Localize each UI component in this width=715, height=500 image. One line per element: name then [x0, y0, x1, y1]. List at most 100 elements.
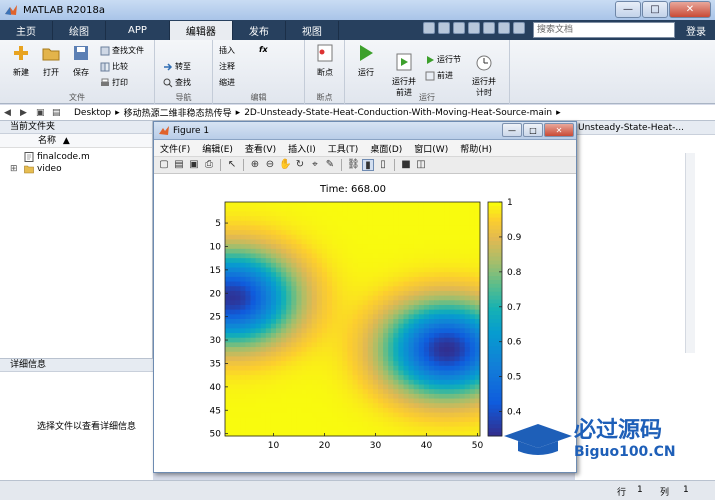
- new-figure-icon[interactable]: ▢: [158, 159, 170, 171]
- tab-publish[interactable]: 发布: [233, 21, 286, 40]
- heatmap-cell: [367, 248, 374, 254]
- menu-insert[interactable]: 插入(I): [282, 142, 322, 155]
- redo-icon[interactable]: [498, 22, 510, 34]
- expand-plus-icon[interactable]: ⊞: [10, 164, 20, 174]
- minimize-button[interactable]: —: [615, 1, 641, 18]
- editor-scrollbar[interactable]: [685, 153, 695, 353]
- insert-legend-icon[interactable]: ▯: [377, 159, 389, 171]
- figure-close-button[interactable]: ✕: [544, 123, 574, 137]
- find-files-button[interactable]: 查找文件: [100, 45, 144, 56]
- undo-icon[interactable]: [483, 22, 495, 34]
- run-and-time-button[interactable]: 运行并 计时: [469, 43, 499, 98]
- search-documentation-input[interactable]: 搜索文档: [533, 22, 675, 38]
- heatmap-cell: [357, 225, 364, 231]
- link-plot-icon[interactable]: ⛓: [347, 159, 360, 171]
- close-button[interactable]: ✕: [669, 1, 711, 18]
- data-cursor-icon[interactable]: ⌖: [309, 159, 321, 171]
- insert-button[interactable]: 插入: [219, 45, 235, 56]
- compare-button[interactable]: 比较: [100, 61, 128, 72]
- copy-icon[interactable]: [453, 22, 465, 34]
- heatmap-cell: [393, 248, 399, 254]
- heatmap-cell: [388, 384, 394, 390]
- file-row[interactable]: finalcode.m: [0, 151, 152, 163]
- fx-button[interactable]: fx: [259, 45, 268, 54]
- heatmap-cell: [321, 342, 328, 348]
- menu-window[interactable]: 窗口(W): [408, 142, 454, 155]
- breadcrumb-desktop[interactable]: Desktop: [74, 108, 111, 118]
- run-section-button[interactable]: 运行节: [425, 54, 461, 65]
- figure-minimize-button[interactable]: —: [502, 123, 522, 137]
- new-button[interactable]: 新建: [8, 43, 34, 78]
- open-file-icon[interactable]: ▤: [173, 159, 185, 171]
- heatmap-cell: [347, 230, 353, 236]
- advance-button[interactable]: 前进: [425, 70, 453, 81]
- save-icon[interactable]: [423, 22, 435, 34]
- heatmap-cell: [429, 239, 435, 245]
- run-button[interactable]: 运行: [353, 43, 379, 78]
- zoom-out-icon[interactable]: ⊖: [264, 159, 276, 171]
- menu-edit[interactable]: 编辑(E): [196, 142, 239, 155]
- browse-folder-icon[interactable]: ▤: [52, 108, 64, 118]
- heatmap-cell: [296, 356, 302, 362]
- indent-button[interactable]: 缩进: [219, 77, 235, 88]
- save-button[interactable]: 保存: [68, 43, 94, 78]
- colorbar-segment: [488, 334, 502, 339]
- heatmap-cell: [398, 309, 404, 315]
- find-button[interactable]: 查找: [163, 77, 191, 88]
- editor-tab[interactable]: Unsteady-State-Heat-...: [575, 121, 715, 135]
- save-figure-icon[interactable]: ▣: [188, 159, 200, 171]
- brush-icon[interactable]: ✎: [324, 159, 336, 171]
- heatmap-cell: [434, 220, 440, 226]
- comment-button[interactable]: 注释: [219, 61, 235, 72]
- heatmap-cell: [327, 234, 333, 240]
- menu-tools[interactable]: 工具(T): [322, 142, 365, 155]
- back-arrow-icon[interactable]: ◀: [4, 108, 16, 118]
- heatmap-cell: [469, 323, 476, 329]
- help-icon[interactable]: [513, 22, 525, 34]
- tab-view[interactable]: 视图: [286, 21, 339, 40]
- tab-apps[interactable]: APP: [106, 21, 170, 40]
- hide-plot-tools-icon[interactable]: ■: [400, 159, 412, 171]
- goto-button[interactable]: 转至: [163, 61, 191, 72]
- insert-colorbar-icon[interactable]: ▮: [362, 159, 374, 171]
- tab-home[interactable]: 主页: [0, 21, 53, 40]
- heatmap-cell: [464, 314, 471, 320]
- breadcrumb-current-folder[interactable]: 2D-Unsteady-State-Heat-Conduction-With-M…: [244, 108, 552, 118]
- run-and-advance-button[interactable]: 运行并 前进: [389, 43, 419, 98]
- maximize-button[interactable]: □: [642, 1, 668, 18]
- cut-icon[interactable]: [438, 22, 450, 34]
- forward-arrow-icon[interactable]: ▶: [20, 108, 32, 118]
- heatmap-cell: [301, 216, 308, 222]
- up-folder-icon[interactable]: ▣: [36, 108, 48, 118]
- heatmap-cell: [342, 342, 348, 348]
- figure-title-bar[interactable]: Figure 1 — □ ✕: [154, 122, 576, 140]
- show-plot-tools-icon[interactable]: ◫: [415, 159, 427, 171]
- breakpoints-button[interactable]: 断点: [312, 43, 338, 78]
- heatmap-cell: [250, 337, 257, 343]
- tab-plots[interactable]: 绘图: [53, 21, 106, 40]
- login-button[interactable]: 登录: [681, 22, 711, 38]
- menu-file[interactable]: 文件(F): [154, 142, 196, 155]
- breadcrumb-project-folder[interactable]: 移动热源二维非稳态热传导: [124, 106, 232, 119]
- open-button[interactable]: 打开: [38, 43, 64, 78]
- column-header-name[interactable]: 名称 ▲: [0, 134, 152, 148]
- heatmap-cell: [357, 333, 364, 339]
- colorbar-segment: [488, 373, 502, 378]
- print-button[interactable]: 打印: [100, 77, 128, 88]
- menu-view[interactable]: 查看(V): [239, 142, 282, 155]
- pan-hand-icon[interactable]: ✋: [279, 159, 291, 171]
- folder-row[interactable]: ⊞ video: [0, 163, 152, 175]
- zoom-in-icon[interactable]: ⊕: [249, 159, 261, 171]
- heatmap-cell: [398, 412, 404, 418]
- print-figure-icon[interactable]: ⎙: [203, 159, 215, 171]
- menu-desktop[interactable]: 桌面(D): [364, 142, 408, 155]
- heatmap-cell: [413, 351, 420, 357]
- heatmap-cell: [316, 216, 323, 222]
- figure-maximize-button[interactable]: □: [523, 123, 543, 137]
- pointer-icon[interactable]: ↖: [226, 159, 238, 171]
- heatmap-cell: [429, 417, 435, 423]
- menu-help[interactable]: 帮助(H): [454, 142, 498, 155]
- paste-icon[interactable]: [468, 22, 480, 34]
- rotate-3d-icon[interactable]: ↻: [294, 159, 306, 171]
- tab-editor[interactable]: 编辑器: [169, 21, 233, 40]
